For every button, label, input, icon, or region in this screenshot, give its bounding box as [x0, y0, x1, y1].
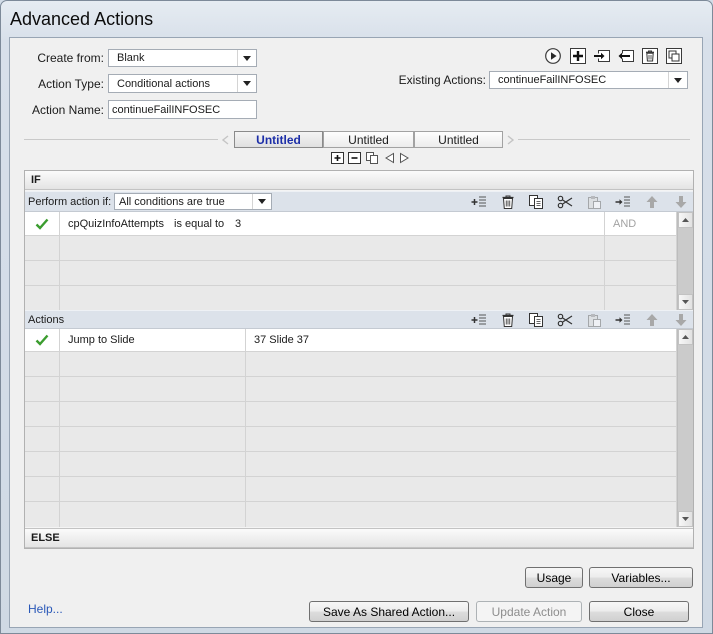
cut-row-icon[interactable] — [557, 194, 573, 210]
copy-row-icon[interactable] — [528, 312, 544, 328]
duplicate-decision-icon[interactable] — [366, 152, 379, 164]
action-enabled-cell — [25, 329, 60, 351]
actions-header: Actions — [28, 313, 65, 326]
window-title: Advanced Actions — [10, 9, 154, 29]
condition-logic: AND — [613, 217, 637, 230]
empty-action-row[interactable] — [25, 427, 677, 452]
condition-enabled-cell — [25, 212, 60, 235]
add-row-icon[interactable] — [471, 194, 487, 210]
empty-action-row[interactable] — [25, 477, 677, 502]
action-type-value: Conditional actions — [117, 77, 210, 90]
scroll-up-icon[interactable] — [678, 329, 693, 345]
conditions-grid: cpQuizInfoAttempts is equal to 3 AND — [25, 212, 677, 310]
chevron-down-icon — [237, 75, 256, 92]
empty-condition-row[interactable] — [25, 286, 677, 310]
create-from-label: Create from: — [37, 51, 104, 65]
chevron-down-icon — [668, 72, 687, 88]
empty-action-row[interactable] — [25, 402, 677, 427]
add-action-icon[interactable] — [569, 47, 587, 65]
move-up-icon[interactable] — [644, 194, 660, 210]
close-button[interactable]: Close — [589, 601, 689, 622]
remove-decision-icon[interactable] — [348, 152, 361, 164]
create-from-value: Blank — [117, 52, 145, 64]
copy-row-icon[interactable] — [528, 194, 544, 210]
empty-action-row[interactable] — [25, 377, 677, 402]
tab-scroll-right-icon[interactable] — [506, 134, 516, 145]
if-header: IF — [25, 171, 693, 190]
conditions-scrollbar[interactable] — [677, 212, 693, 310]
perform-action-dropdown[interactable]: All conditions are true — [114, 193, 272, 210]
cut-row-icon[interactable] — [557, 312, 573, 328]
duplicate-action-icon[interactable] — [665, 47, 683, 65]
action-name-field[interactable]: continueFailINFOSEC — [108, 100, 257, 119]
condition-comparison: is equal to — [174, 217, 225, 230]
tab-decision-1[interactable]: Untitled — [234, 131, 323, 148]
action-name-cell: Jump to Slide — [60, 329, 246, 351]
advanced-actions-dialog: Advanced Actions Create from: Blank Acti… — [0, 0, 713, 634]
else-header[interactable]: ELSE — [25, 528, 693, 548]
add-row-icon[interactable] — [471, 312, 487, 328]
move-down-icon[interactable] — [673, 194, 689, 210]
usage-button[interactable]: Usage — [525, 567, 583, 588]
empty-action-row[interactable] — [25, 502, 677, 527]
export-action-icon[interactable] — [617, 47, 635, 65]
delete-row-icon[interactable] — [500, 194, 516, 210]
move-up-icon[interactable] — [644, 312, 660, 328]
tab-scroll-left-icon[interactable] — [220, 134, 230, 145]
empty-condition-row[interactable] — [25, 261, 677, 286]
preview-icon[interactable] — [544, 47, 562, 65]
actions-toolbar: Actions — [25, 310, 693, 329]
action-type-label: Action Type: — [38, 77, 104, 91]
action-target-cell: 37 Slide 37 — [246, 329, 677, 351]
paste-row-icon[interactable] — [586, 312, 602, 328]
scroll-up-icon[interactable] — [678, 212, 693, 228]
checkmark-icon[interactable] — [35, 218, 49, 230]
scroll-down-icon[interactable] — [678, 511, 693, 527]
delete-action-icon[interactable] — [641, 47, 659, 65]
actions-grid: Jump to Slide 37 Slide 37 — [25, 329, 677, 527]
help-link[interactable]: Help... — [28, 602, 63, 616]
insert-row-icon[interactable] — [615, 312, 631, 328]
chevron-down-icon — [252, 194, 271, 209]
import-action-icon[interactable] — [593, 47, 611, 65]
condition-row[interactable]: cpQuizInfoAttempts is equal to 3 AND — [25, 212, 677, 236]
save-as-shared-action-button[interactable]: Save As Shared Action... — [309, 601, 469, 622]
tab-decision-3[interactable]: Untitled — [414, 131, 503, 148]
existing-actions-value: continueFailINFOSEC — [498, 74, 607, 86]
move-down-icon[interactable] — [673, 312, 689, 328]
paste-row-icon[interactable] — [586, 194, 602, 210]
condition-expression-cell: cpQuizInfoAttempts is equal to 3 — [60, 212, 605, 235]
empty-action-row[interactable] — [25, 452, 677, 477]
variables-button[interactable]: Variables... — [589, 567, 693, 588]
create-from-dropdown[interactable]: Blank — [108, 49, 257, 67]
existing-actions-label: Existing Actions: — [398, 73, 486, 87]
tab-decision-2[interactable]: Untitled — [323, 131, 414, 148]
chevron-down-icon — [237, 50, 256, 66]
perform-action-label: Perform action if: — [28, 195, 112, 208]
empty-action-row[interactable] — [25, 352, 677, 377]
action-target: 37 Slide 37 — [254, 334, 310, 346]
action-command: Jump to Slide — [68, 334, 135, 346]
previous-decision-icon[interactable] — [384, 152, 395, 164]
add-decision-icon[interactable] — [331, 152, 344, 164]
action-type-dropdown[interactable]: Conditional actions — [108, 74, 257, 93]
delete-row-icon[interactable] — [500, 312, 516, 328]
condition-variable: cpQuizInfoAttempts — [68, 217, 164, 230]
condition-value: 3 — [235, 217, 242, 230]
condition-logic-cell: AND — [605, 212, 677, 235]
actions-scrollbar[interactable] — [677, 329, 693, 527]
update-action-button[interactable]: Update Action — [476, 601, 582, 622]
action-name-label: Action Name: — [31, 103, 104, 117]
action-row[interactable]: Jump to Slide 37 Slide 37 — [25, 329, 677, 352]
checkmark-icon[interactable] — [35, 334, 49, 346]
divider — [24, 139, 218, 140]
scroll-down-icon[interactable] — [678, 294, 693, 310]
existing-actions-dropdown[interactable]: continueFailINFOSEC — [489, 71, 688, 89]
next-decision-icon[interactable] — [399, 152, 410, 164]
empty-condition-row[interactable] — [25, 236, 677, 261]
divider — [518, 139, 690, 140]
perform-action-value: All conditions are true — [119, 195, 225, 208]
insert-row-icon[interactable] — [615, 194, 631, 210]
condition-toolbar: Perform action if: All conditions are tr… — [25, 191, 693, 212]
